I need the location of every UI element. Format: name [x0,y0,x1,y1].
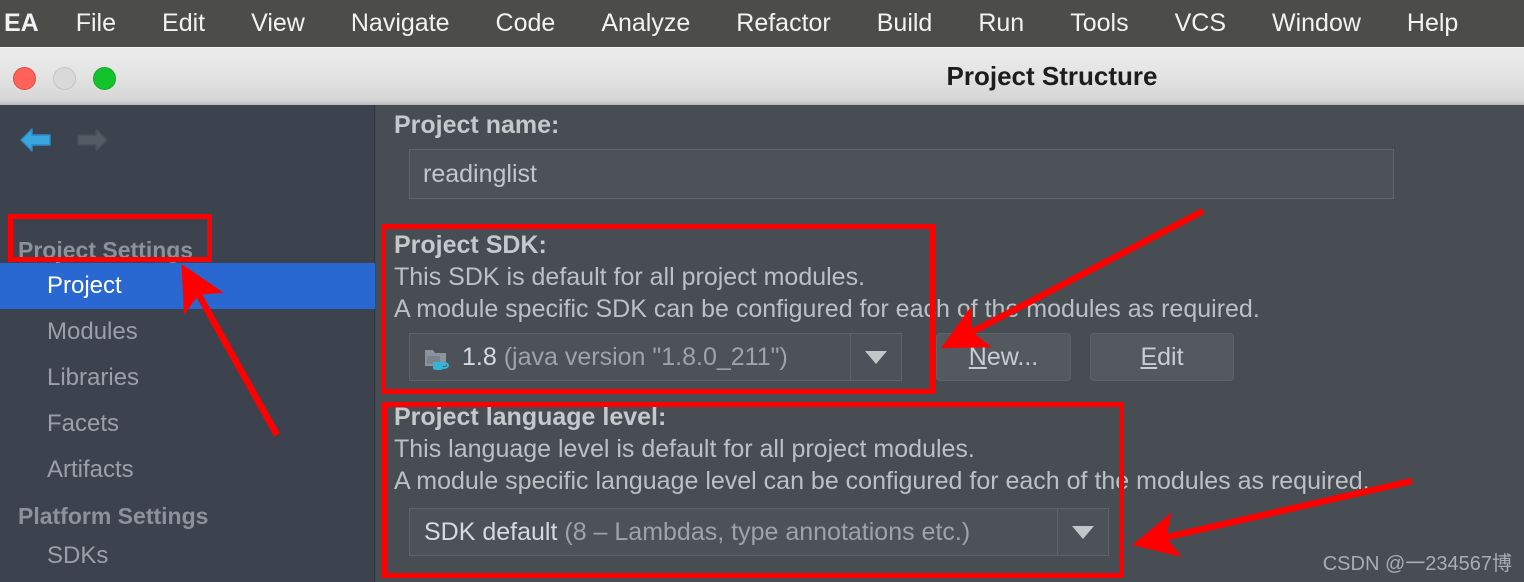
macos-menu-bar: EA File Edit View Navigate Code Analyze … [0,0,1524,47]
project-language-level-combobox-chevron-down-icon[interactable] [1057,509,1108,555]
project-name-input[interactable] [409,149,1394,199]
menu-item-view[interactable]: View [228,0,328,47]
project-sdk-description-line-2: A module specific SDK can be configured … [394,295,1260,323]
project-settings-panel: Project name: Project SDK: This SDK is d… [376,105,1524,582]
new-sdk-button-label: ew... [986,342,1039,371]
settings-sidebar: Project Settings Project Modules Librari… [0,105,375,582]
sidebar-navigation-arrows [8,116,120,164]
sidebar-item-artifacts[interactable]: Artifacts [0,447,375,493]
menu-item-code[interactable]: Code [473,0,579,47]
menu-item-window[interactable]: Window [1249,0,1384,47]
menu-item-tools[interactable]: Tools [1047,0,1151,47]
forward-arrow-icon [64,116,120,164]
project-sdk-description-line-1: This SDK is default for all project modu… [394,263,866,291]
menu-item-edit[interactable]: Edit [139,0,228,47]
project-language-level-label: Project language level: [394,403,667,431]
menu-item-vcs[interactable]: VCS [1152,0,1249,47]
project-language-level-description-line-1: This language level is default for all p… [394,435,975,463]
project-name-label: Project name: [394,111,560,139]
sidebar-item-sdks[interactable]: SDKs [0,533,375,579]
project-sdk-combobox[interactable]: 1.8 (java version "1.8.0_211") [409,333,902,381]
menu-item-run[interactable]: Run [955,0,1047,47]
project-sdk-label: Project SDK: [394,231,547,259]
project-language-level-description-line-2: A module specific language level can be … [394,467,1370,495]
csdn-watermark: CSDN @一234567博 [1322,553,1512,575]
edit-sdk-button-label: dit [1157,342,1184,371]
edit-sdk-button-mnemonic: E [1140,342,1158,371]
menu-item-intellij[interactable]: EA [4,0,53,47]
menu-item-help[interactable]: Help [1384,0,1481,47]
project-sdk-combobox-chevron-down-icon[interactable] [850,334,901,380]
window-title: Project Structure [946,61,1158,91]
project-sdk-version-detail: (java version "1.8.0_211") [503,342,788,371]
screenshot-root: EA File Edit View Navigate Code Analyze … [0,0,1524,582]
sidebar-group-project-settings: Project Settings [18,237,194,263]
menu-item-refactor[interactable]: Refactor [713,0,853,47]
sidebar-item-libraries[interactable]: Libraries [0,355,375,401]
project-structure-window: Project Structure Project Settings Proje… [0,47,1524,582]
project-language-level-value-detail: (8 – Lambdas, type annotations etc.) [564,517,971,546]
project-language-level-combobox-value: SDK default (8 – Lambdas, type annotatio… [410,518,1057,547]
project-language-level-combobox[interactable]: SDK default (8 – Lambdas, type annotatio… [409,508,1109,556]
sidebar-group-platform-settings: Platform Settings [18,503,209,529]
new-sdk-button[interactable]: New... [936,333,1071,381]
menu-item-navigate[interactable]: Navigate [328,0,473,47]
menu-item-analyze[interactable]: Analyze [578,0,713,47]
back-arrow-icon[interactable] [8,116,64,164]
project-sdk-version: 1.8 [462,342,497,371]
sidebar-item-project[interactable]: Project [0,263,375,309]
java-sdk-folder-icon [424,345,454,371]
project-language-level-value: SDK default [424,517,558,546]
project-sdk-combobox-value: 1.8 (java version "1.8.0_211") [410,343,850,372]
sidebar-item-modules[interactable]: Modules [0,309,375,355]
menu-item-build[interactable]: Build [854,0,956,47]
window-title-bar: Project Structure [0,47,1524,105]
new-sdk-button-mnemonic: N [968,342,987,371]
menu-item-file[interactable]: File [53,0,139,47]
edit-sdk-button[interactable]: Edit [1090,333,1234,381]
sidebar-item-facets[interactable]: Facets [0,401,375,447]
